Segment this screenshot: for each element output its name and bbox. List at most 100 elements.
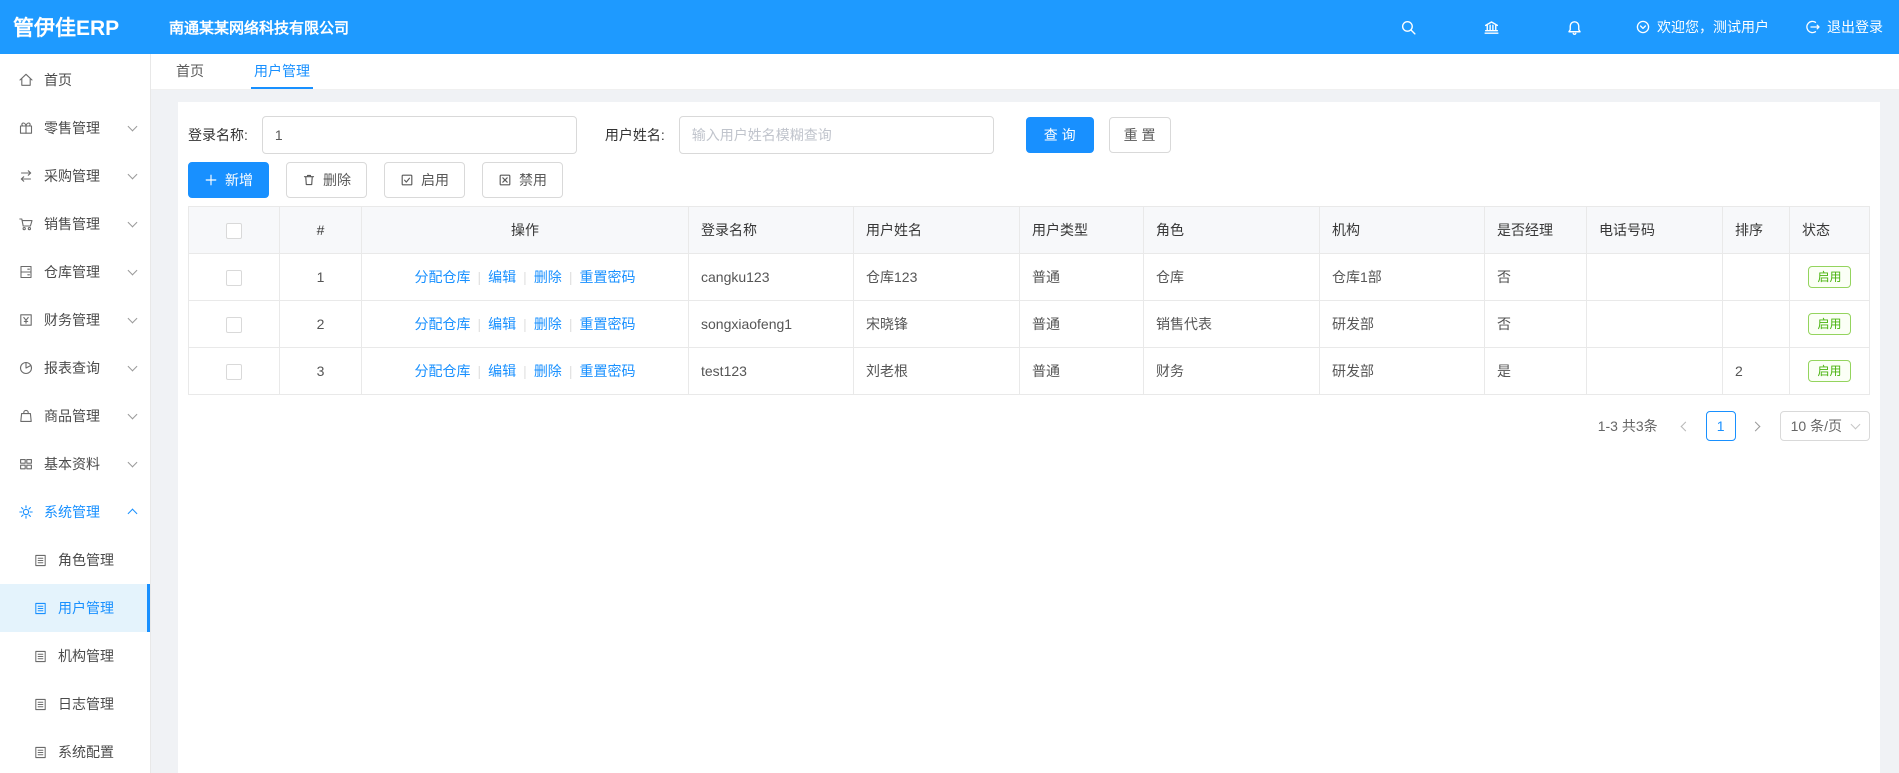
company-name: 南通某某网络科技有限公司	[169, 19, 350, 37]
cabinet-icon	[18, 264, 34, 280]
bank-icon[interactable]	[1483, 19, 1500, 36]
sidebar-item-log[interactable]: 日志管理	[0, 680, 150, 728]
col-login-name: 登录名称	[688, 206, 854, 254]
disable-button[interactable]: 禁用	[482, 162, 563, 198]
plus-icon	[205, 174, 217, 186]
tab-home[interactable]: 首页	[173, 54, 207, 89]
sidebar-item-sales[interactable]: 销售管理	[0, 200, 150, 248]
sidebar-item-goods[interactable]: 商品管理	[0, 392, 150, 440]
edit-link[interactable]: 编辑	[488, 363, 516, 379]
chevron-down-icon	[127, 121, 138, 132]
pie-chart-icon	[18, 360, 34, 376]
edit-link[interactable]: 编辑	[488, 316, 516, 332]
reset-button[interactable]: 重 置	[1108, 117, 1171, 153]
delete-link[interactable]: 删除	[534, 363, 562, 379]
status-badge[interactable]: 启用	[1808, 359, 1851, 383]
prev-page-icon[interactable]	[1672, 412, 1700, 440]
reset-password-link[interactable]: 重置密码	[579, 269, 635, 285]
status-badge[interactable]: 启用	[1808, 312, 1851, 336]
assign-warehouse-link[interactable]: 分配仓库	[415, 363, 471, 379]
grid-icon	[18, 456, 34, 472]
delete-button[interactable]: 删除	[286, 162, 367, 198]
delete-link[interactable]: 删除	[534, 316, 562, 332]
assign-warehouse-link[interactable]: 分配仓库	[415, 269, 471, 285]
sidebar-item-purchase[interactable]: 采购管理	[0, 152, 150, 200]
is-manager-cell: 否	[1484, 300, 1587, 348]
sidebar-item-retail[interactable]: 零售管理	[0, 104, 150, 152]
org-cell: 仓库1部	[1319, 253, 1485, 301]
reset-password-link[interactable]: 重置密码	[579, 363, 635, 379]
assign-warehouse-link[interactable]: 分配仓库	[415, 316, 471, 332]
add-button[interactable]: 新增	[188, 162, 269, 198]
current-page-button[interactable]: 1	[1705, 411, 1736, 441]
col-is-manager: 是否经理	[1484, 206, 1587, 254]
user-type-cell: 普通	[1019, 300, 1144, 348]
sidebar-item-reports[interactable]: 报表查询	[0, 344, 150, 392]
next-page-icon[interactable]	[1742, 412, 1770, 440]
down-circle-icon	[1635, 19, 1651, 35]
table-header-row: # 操作 登录名称 用户姓名 用户类型 角色 机构 是否经理 电话号码 排序 状…	[188, 206, 1870, 254]
row-index: 2	[279, 300, 362, 348]
user-name-cell: 宋晓锋	[853, 300, 1020, 348]
swap-icon	[18, 168, 34, 184]
user-name-input[interactable]	[678, 116, 994, 154]
col-user-type: 用户类型	[1019, 206, 1144, 254]
sidebar-item-config[interactable]: 系统配置	[0, 728, 150, 773]
phone-cell	[1586, 300, 1723, 348]
pagination: 1-3 共3条 1 10 条/页	[188, 411, 1870, 441]
bell-icon[interactable]	[1566, 19, 1583, 36]
row-index: 3	[279, 347, 362, 395]
sidebar-item-system[interactable]: 系统管理	[0, 488, 150, 536]
sidebar-item-home[interactable]: 首页	[0, 56, 150, 104]
chevron-down-icon	[1850, 419, 1861, 430]
chevron-down-icon	[127, 265, 138, 276]
gear-icon	[18, 504, 34, 520]
delete-link[interactable]: 删除	[534, 269, 562, 285]
op-separator: |	[568, 269, 573, 285]
col-status: 状态	[1789, 206, 1870, 254]
logout-icon	[1805, 19, 1821, 35]
document-icon	[33, 697, 48, 712]
select-all-checkbox[interactable]	[226, 222, 242, 239]
document-icon	[33, 745, 48, 760]
logout-button[interactable]: 退出登录	[1805, 17, 1883, 37]
op-separator: |	[568, 316, 573, 332]
edit-link[interactable]: 编辑	[488, 269, 516, 285]
col-index: #	[279, 206, 362, 254]
row-checkbox[interactable]	[226, 269, 242, 286]
page-size-select[interactable]: 10 条/页	[1779, 411, 1870, 441]
op-separator: |	[477, 363, 482, 379]
x-square-icon	[499, 174, 511, 186]
sidebar-item-role[interactable]: 角色管理	[0, 536, 150, 584]
sidebar-item-basedata[interactable]: 基本资料	[0, 440, 150, 488]
col-org: 机构	[1319, 206, 1485, 254]
sidebar-item-user[interactable]: 用户管理	[0, 584, 150, 632]
sidebar-item-warehouse[interactable]: 仓库管理	[0, 248, 150, 296]
login-name-cell: test123	[688, 347, 854, 395]
login-name-cell: songxiaofeng1	[688, 300, 854, 348]
sidebar-item-org[interactable]: 机构管理	[0, 632, 150, 680]
sidebar-item-finance[interactable]: 财务管理	[0, 296, 150, 344]
row-checkbox[interactable]	[226, 316, 242, 333]
trash-icon	[303, 174, 315, 186]
user-name-cell: 刘老根	[853, 347, 1020, 395]
main-area: 首页 用户管理 登录名称: 用户姓名: 查 询 重 置 新增	[151, 54, 1899, 773]
row-checkbox[interactable]	[226, 363, 242, 380]
search-icon[interactable]	[1400, 19, 1417, 36]
chevron-down-icon	[127, 169, 138, 180]
sort-cell	[1722, 300, 1790, 348]
chevron-down-icon	[127, 361, 138, 372]
reset-password-link[interactable]: 重置密码	[579, 316, 635, 332]
logout-text: 退出登录	[1827, 19, 1883, 35]
app-header: 管伊佳ERP 南通某某网络科技有限公司 欢迎您，测试用户 退出登录	[0, 0, 1899, 54]
role-cell: 财务	[1143, 347, 1320, 395]
document-icon	[33, 601, 48, 616]
table-row: 2 分配仓库 | 编辑 | 删除 | 重置密码 songxiaofeng1 宋晓锋 普通 销售代表 研发…	[188, 300, 1870, 348]
tab-user-management[interactable]: 用户管理	[251, 54, 313, 89]
op-separator: |	[568, 363, 573, 379]
status-badge[interactable]: 启用	[1808, 265, 1851, 289]
enable-button[interactable]: 启用	[384, 162, 465, 198]
login-name-input[interactable]	[261, 116, 577, 154]
user-menu[interactable]: 欢迎您，测试用户	[1635, 17, 1769, 37]
search-button[interactable]: 查 询	[1025, 117, 1094, 153]
